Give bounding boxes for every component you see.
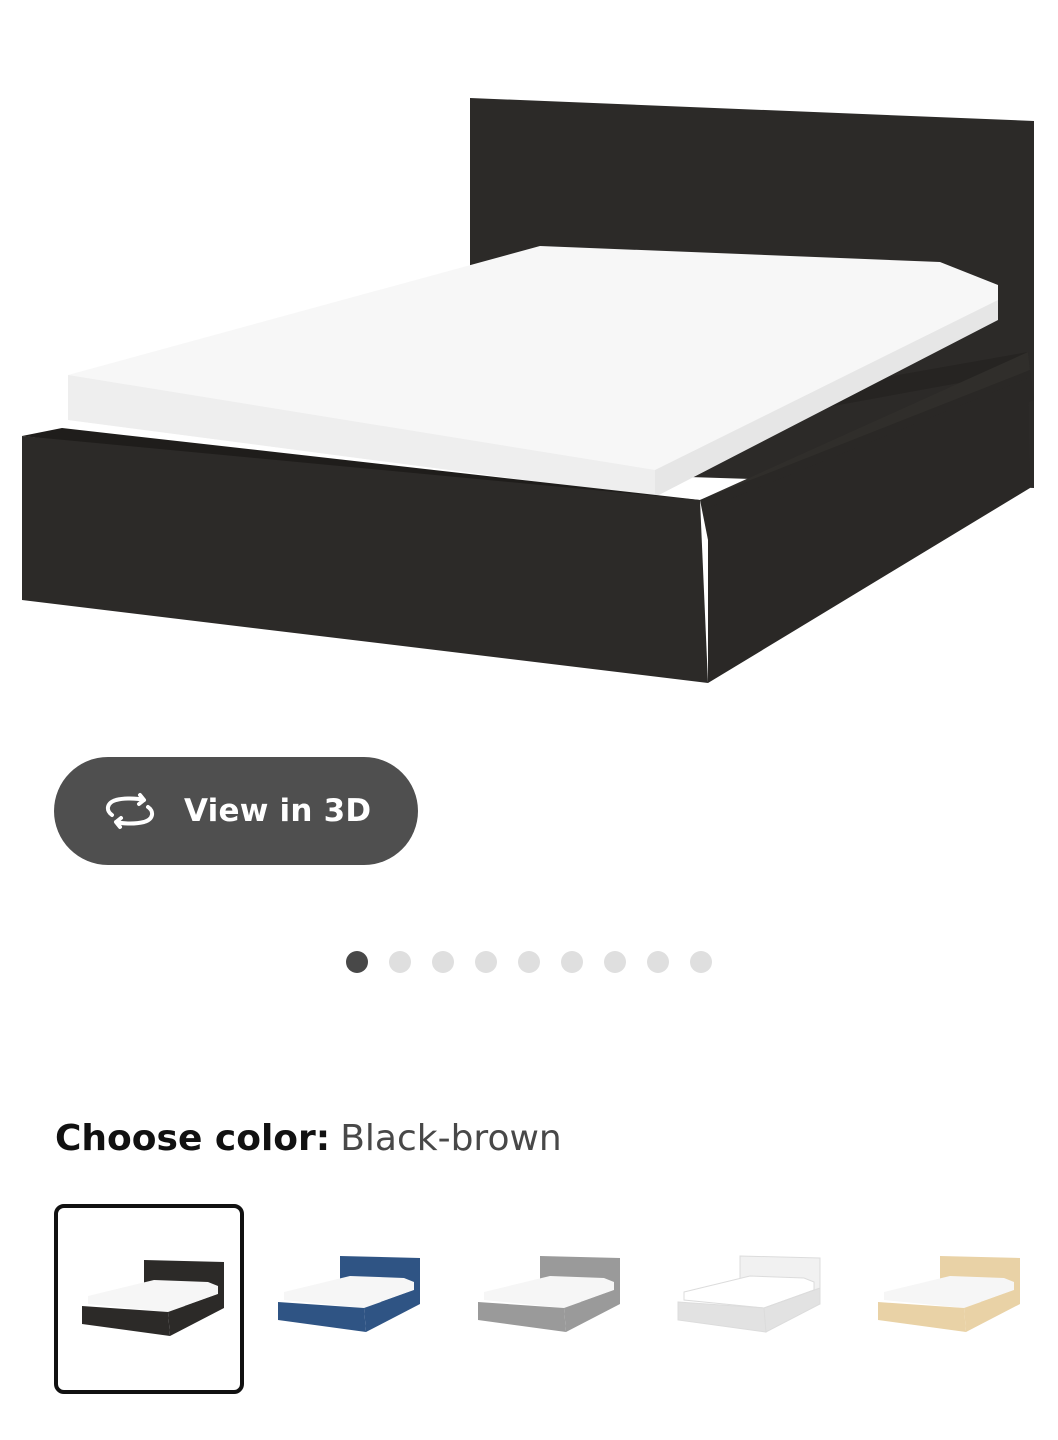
carousel-dot[interactable] [604, 951, 626, 973]
bed-thumbnail-image [82, 1260, 224, 1336]
view-in-3d-button[interactable]: View in 3D [54, 757, 418, 865]
color-swatch-white[interactable] [654, 1204, 844, 1394]
color-selector-label: Choose color: [55, 1118, 331, 1159]
carousel-indicator [0, 950, 1058, 974]
bed-thumbnail-image [478, 1256, 620, 1332]
product-page: View in 3D Choose color: Black-brown [0, 0, 1058, 1440]
color-selector-heading: Choose color: Black-brown [55, 1118, 562, 1159]
carousel-dot[interactable] [690, 951, 712, 973]
view-in-3d-label: View in 3D [184, 793, 372, 829]
color-swatch-oak[interactable] [854, 1204, 1044, 1394]
bed-thumbnail-image [278, 1256, 420, 1332]
product-image[interactable] [0, 0, 1058, 720]
carousel-dot[interactable] [432, 951, 454, 973]
rotate-3d-icon [102, 791, 158, 831]
color-swatch-list [54, 1204, 1044, 1394]
bed-image [22, 98, 1034, 683]
carousel-dot[interactable] [346, 951, 368, 973]
selected-color-value: Black-brown [340, 1118, 562, 1159]
carousel-dot[interactable] [389, 951, 411, 973]
carousel-dot[interactable] [475, 951, 497, 973]
color-swatch-blue[interactable] [254, 1204, 444, 1394]
carousel-dot[interactable] [647, 951, 669, 973]
color-swatch-gray[interactable] [454, 1204, 644, 1394]
bed-thumbnail-image [878, 1256, 1020, 1332]
carousel-dot[interactable] [561, 951, 583, 973]
color-swatch-black-brown[interactable] [54, 1204, 244, 1394]
carousel-dot[interactable] [518, 951, 540, 973]
bed-thumbnail-image [677, 1255, 821, 1333]
